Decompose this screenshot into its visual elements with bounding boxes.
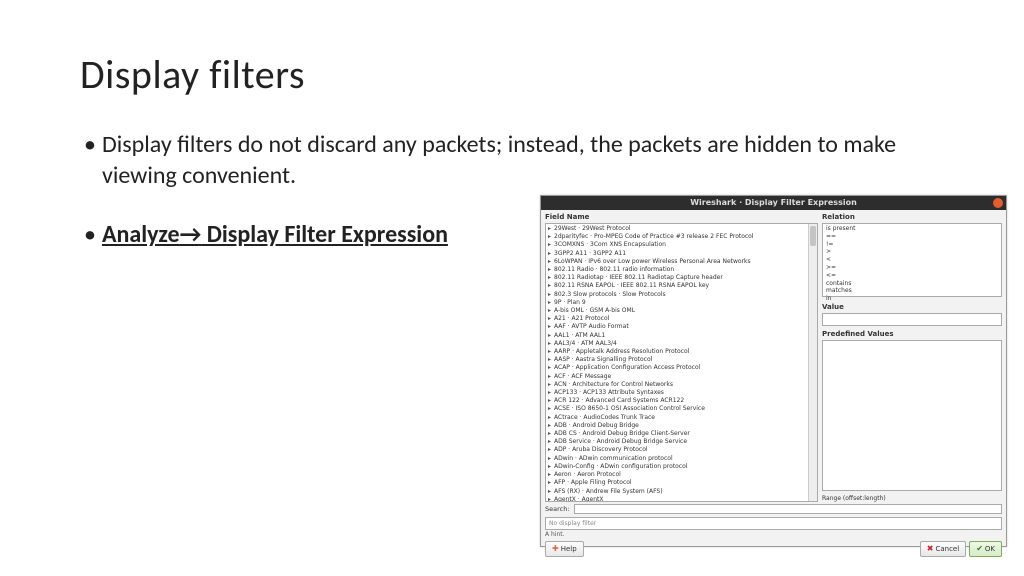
field-list-item[interactable]: ▸802.11 Radiotap · IEEE 802.11 Radiotap …	[548, 274, 815, 282]
field-name-label: Field Name	[545, 213, 818, 221]
field-name-list[interactable]: ▸29West · 29West Protocol▸2dparityfec · …	[545, 223, 818, 502]
search-label: Search:	[545, 505, 570, 513]
slide-title: Display filters	[80, 50, 944, 99]
field-list-item[interactable]: ▸9P · Plan 9	[548, 299, 815, 307]
field-list-item[interactable]: ▸ACF · ACF Message	[548, 373, 815, 381]
relation-item[interactable]: is present	[826, 225, 998, 233]
field-list-item[interactable]: ▸A-bis OML · GSM A-bis OML	[548, 307, 815, 315]
field-list-item[interactable]: ▸ADB · Android Debug Bridge	[548, 422, 815, 430]
relation-item[interactable]: in	[826, 295, 998, 303]
field-list-item[interactable]: ▸AASP · Aastra Signalling Protocol	[548, 356, 815, 364]
field-list-item[interactable]: ▸AAF · AVTP Audio Format	[548, 323, 815, 331]
dialog-titlebar: Wireshark · Display Filter Expression	[541, 196, 1006, 210]
help-icon: ✚	[552, 545, 559, 553]
value-input[interactable]	[822, 313, 1002, 326]
help-button[interactable]: ✚Help	[545, 541, 584, 557]
field-list-item[interactable]: ▸ACSE · ISO 8650-1 OSI Association Contr…	[548, 405, 815, 413]
bullet-1: Display filters do not discard any packe…	[80, 129, 944, 191]
search-input[interactable]	[574, 504, 1002, 514]
menu-item: Display Filter Expression	[201, 220, 448, 249]
scrollbar[interactable]	[808, 224, 817, 501]
field-list-item[interactable]: ▸3GPP2 A11 · 3GPP2 A11	[548, 250, 815, 258]
cancel-button[interactable]: ✖Cancel	[920, 541, 966, 557]
range-label: Range (offset:length)	[822, 495, 1002, 502]
relation-item[interactable]: ==	[826, 233, 998, 241]
relation-item[interactable]: <=	[826, 272, 998, 280]
ok-icon: ✔	[976, 545, 983, 553]
field-list-item[interactable]: ▸ACR 122 · Advanced Card Systems ACR122	[548, 397, 815, 405]
field-list-item[interactable]: ▸ADP · Aruba Discovery Protocol	[548, 446, 815, 454]
field-list-item[interactable]: ▸29West · 29West Protocol	[548, 225, 815, 233]
relation-list[interactable]: is present==!=><>=<=containsmatchesin	[822, 223, 1002, 297]
field-list-item[interactable]: ▸2dparityfec · Pro-MPEG Code of Practice…	[548, 233, 815, 241]
display-filter-expression-dialog: Wireshark · Display Filter Expression Fi…	[540, 195, 1007, 547]
relation-item[interactable]: <	[826, 256, 998, 264]
cancel-icon: ✖	[927, 545, 934, 553]
relation-item[interactable]: >	[826, 248, 998, 256]
field-list-item[interactable]: ▸802.11 RSNA EAPOL · IEEE 802.11 RSNA EA…	[548, 282, 815, 290]
ok-button[interactable]: ✔OK	[969, 541, 1002, 557]
menu-analyze: Analyze	[102, 220, 180, 249]
field-list-item[interactable]: ▸AARP · Appletalk Address Resolution Pro…	[548, 348, 815, 356]
filter-expression-input[interactable]: No display filter	[545, 517, 1002, 530]
field-list-item[interactable]: ▸AFS (RX) · Andrew File System (AFS)	[548, 488, 815, 496]
relation-label: Relation	[822, 213, 1002, 221]
predefined-values-label: Predefined Values	[822, 330, 1002, 338]
field-list-item[interactable]: ▸ADwin · ADwin communication protocol	[548, 455, 815, 463]
field-list-item[interactable]: ▸3COMXNS · 3Com XNS Encapsulation	[548, 241, 815, 249]
field-list-item[interactable]: ▸ADB Service · Android Debug Bridge Serv…	[548, 438, 815, 446]
hint-text: A hint.	[541, 531, 1006, 538]
value-label: Value	[822, 303, 1002, 311]
relation-item[interactable]: !=	[826, 241, 998, 249]
field-list-item[interactable]: ▸ACN · Architecture for Control Networks	[548, 381, 815, 389]
field-list-item[interactable]: ▸AFP · Apple Filing Protocol	[548, 479, 815, 487]
dialog-title: Wireshark · Display Filter Expression	[690, 198, 857, 207]
field-list-item[interactable]: ▸A21 · A21 Protocol	[548, 315, 815, 323]
relation-item[interactable]: matches	[826, 287, 998, 295]
field-list-item[interactable]: ▸6LoWPAN · IPv6 over Low power Wireless …	[548, 258, 815, 266]
field-list-item[interactable]: ▸AgentX · AgentX	[548, 496, 815, 502]
field-list-item[interactable]: ▸802.11 Radio · 802.11 radio information	[548, 266, 815, 274]
field-list-item[interactable]: ▸ACP133 · ACP133 Attribute Syntaxes	[548, 389, 815, 397]
field-list-item[interactable]: ▸ADwin-Config · ADwin configuration prot…	[548, 463, 815, 471]
close-icon[interactable]	[993, 198, 1003, 208]
field-list-item[interactable]: ▸ACtrace · AudioCodes Trunk Trace	[548, 414, 815, 422]
field-list-item[interactable]: ▸802.3 Slow protocols · Slow Protocols	[548, 291, 815, 299]
arrow-icon: →	[180, 220, 202, 249]
relation-item[interactable]: contains	[826, 280, 998, 288]
field-list-item[interactable]: ▸ACAP · Application Configuration Access…	[548, 364, 815, 372]
field-list-item[interactable]: ▸ADB CS · Android Debug Bridge Client-Se…	[548, 430, 815, 438]
predefined-values-list[interactable]	[822, 340, 1002, 491]
field-list-item[interactable]: ▸AAL3/4 · ATM AAL3/4	[548, 340, 815, 348]
relation-item[interactable]: >=	[826, 264, 998, 272]
field-list-item[interactable]: ▸Aeron · Aeron Protocol	[548, 471, 815, 479]
field-list-item[interactable]: ▸AAL1 · ATM AAL1	[548, 332, 815, 340]
